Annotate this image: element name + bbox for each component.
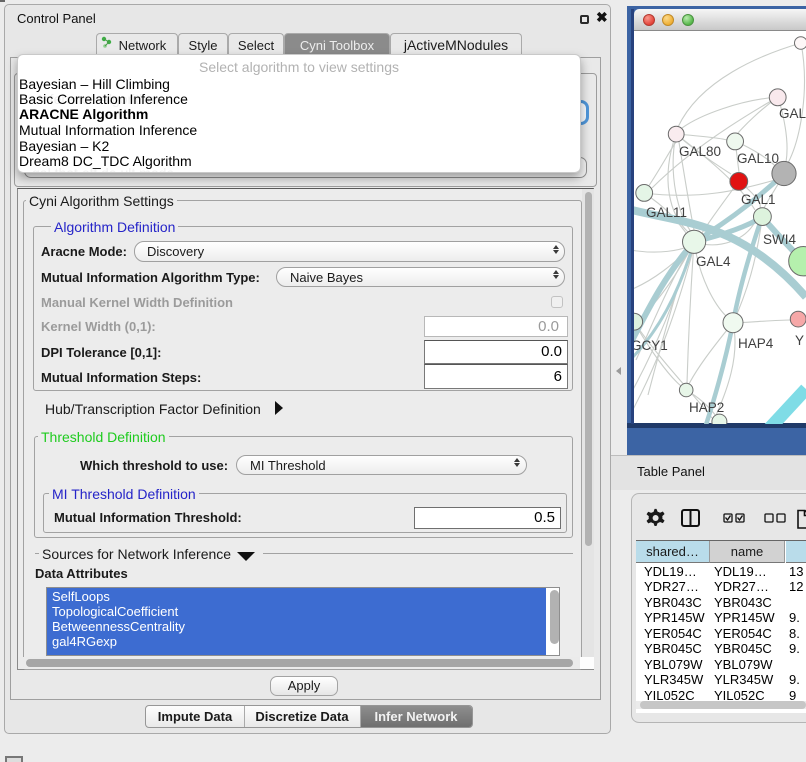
svg-text:GAL4: GAL4 bbox=[696, 254, 731, 269]
svg-text:GAL1: GAL1 bbox=[741, 192, 776, 207]
svg-text:GAL11: GAL11 bbox=[646, 205, 687, 220]
svg-text:GAL10: GAL10 bbox=[737, 151, 779, 166]
svg-text:SWI4: SWI4 bbox=[763, 232, 796, 247]
svg-text:GAL7: GAL7 bbox=[779, 106, 806, 121]
svg-text:GAL80: GAL80 bbox=[679, 144, 721, 159]
svg-text:Y: Y bbox=[795, 333, 804, 348]
svg-text:GCY1: GCY1 bbox=[634, 338, 668, 353]
svg-text:HAP4: HAP4 bbox=[738, 336, 774, 351]
svg-text:HAP2: HAP2 bbox=[689, 400, 724, 415]
